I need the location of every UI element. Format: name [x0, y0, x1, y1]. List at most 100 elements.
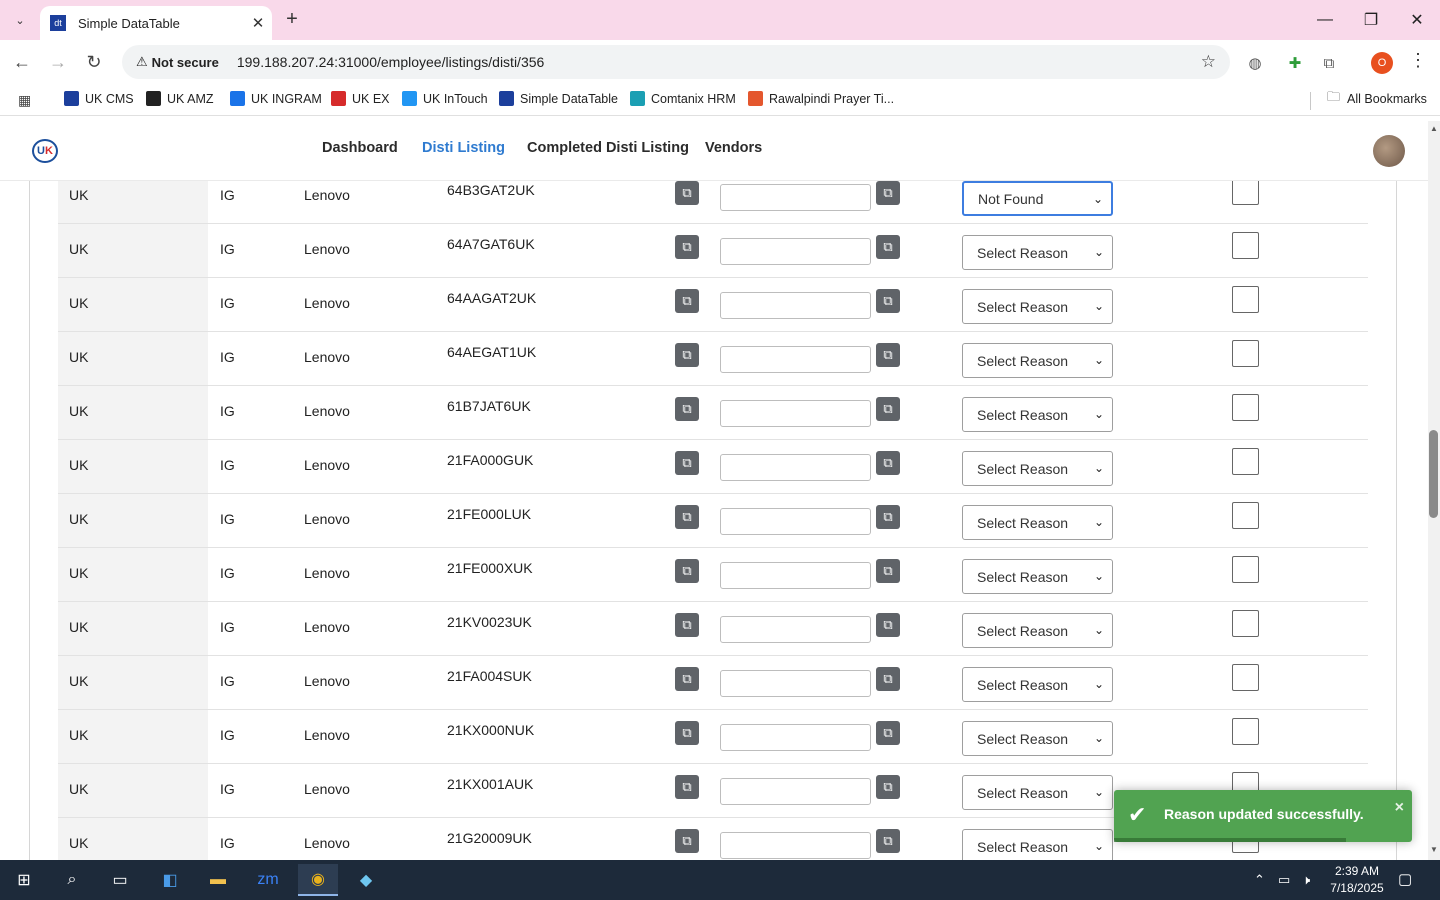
tray-chevron-icon[interactable]: ⌃: [1254, 872, 1265, 888]
scrollbar-thumb[interactable]: [1429, 430, 1438, 518]
copy-part-icon[interactable]: ⧉: [675, 829, 699, 853]
forward-arrow-icon[interactable]: →: [44, 48, 72, 76]
value-input[interactable]: [720, 670, 871, 697]
row-checkbox[interactable]: [1232, 232, 1259, 259]
copy-part-icon[interactable]: ⧉: [675, 289, 699, 313]
reason-select[interactable]: Select Reason ⌄: [962, 667, 1113, 702]
paste-value-icon[interactable]: ⧉: [876, 181, 900, 205]
reason-select[interactable]: Select Reason ⌄: [962, 235, 1113, 270]
bookmark-star-icon[interactable]: ☆: [1201, 52, 1216, 72]
value-input[interactable]: [720, 562, 871, 589]
tab-close-icon[interactable]: ✕: [244, 14, 272, 32]
copy-part-icon[interactable]: ⧉: [675, 775, 699, 799]
copy-part-icon[interactable]: ⧉: [675, 181, 699, 205]
reason-select[interactable]: Select Reason ⌄: [962, 451, 1113, 486]
all-bookmarks-folder[interactable]: 🗀 All Bookmarks: [1326, 89, 1427, 106]
row-checkbox[interactable]: [1232, 718, 1259, 745]
address-bar[interactable]: ⚠ Not secure 199.188.207.24:31000/employ…: [122, 45, 1230, 79]
paste-value-icon[interactable]: ⧉: [876, 289, 900, 313]
value-input[interactable]: [720, 616, 871, 643]
paste-value-icon[interactable]: ⧉: [876, 775, 900, 799]
nav-completed-disti-listing[interactable]: Completed Disti Listing: [527, 140, 689, 156]
reason-select[interactable]: Not Found ⌄: [962, 181, 1113, 216]
copy-part-icon[interactable]: ⧉: [675, 397, 699, 421]
tab-search-chevron-icon[interactable]: ⌄: [6, 8, 34, 32]
value-input[interactable]: [720, 778, 871, 805]
bookmark-item[interactable]: UK AMZ: [146, 91, 214, 106]
copy-part-icon[interactable]: ⧉: [675, 451, 699, 475]
reason-select[interactable]: Select Reason ⌄: [962, 613, 1113, 648]
speaker-muted-icon[interactable]: 🕨: [1302, 872, 1310, 888]
row-checkbox[interactable]: [1232, 181, 1259, 205]
row-checkbox[interactable]: [1232, 286, 1259, 313]
row-checkbox[interactable]: [1232, 556, 1259, 583]
copy-part-icon[interactable]: ⧉: [675, 343, 699, 367]
row-checkbox[interactable]: [1232, 664, 1259, 691]
outlook-icon[interactable]: ◧: [150, 864, 190, 896]
new-tab-button[interactable]: +: [280, 8, 304, 32]
reason-select[interactable]: Select Reason ⌄: [962, 505, 1113, 540]
profile-avatar-icon[interactable]: O: [1371, 52, 1393, 74]
nav-dashboard[interactable]: Dashboard: [322, 140, 398, 156]
search-icon[interactable]: ⌕: [52, 864, 92, 896]
security-chip[interactable]: ⚠ Not secure: [128, 49, 227, 75]
paste-value-icon[interactable]: ⧉: [876, 721, 900, 745]
value-input[interactable]: [720, 292, 871, 319]
value-input[interactable]: [720, 346, 871, 373]
reason-select[interactable]: Select Reason ⌄: [962, 775, 1113, 810]
reason-select[interactable]: Select Reason ⌄: [962, 397, 1113, 432]
toast-close-icon[interactable]: ×: [1395, 799, 1404, 817]
value-input[interactable]: [720, 400, 871, 427]
back-arrow-icon[interactable]: ←: [8, 48, 36, 76]
reason-select[interactable]: Select Reason ⌄: [962, 559, 1113, 594]
paste-value-icon[interactable]: ⧉: [876, 397, 900, 421]
reload-icon[interactable]: ↻: [80, 48, 108, 76]
zoom-icon[interactable]: zm: [248, 864, 288, 896]
paste-value-icon[interactable]: ⧉: [876, 829, 900, 853]
uk-logo[interactable]: UK: [32, 139, 58, 163]
copy-part-icon[interactable]: ⧉: [675, 613, 699, 637]
browser-menu-icon[interactable]: ⋮: [1408, 50, 1428, 76]
bookmark-item[interactable]: UK InTouch: [402, 91, 488, 106]
value-input[interactable]: [720, 184, 871, 211]
paste-value-icon[interactable]: ⧉: [876, 559, 900, 583]
reason-select[interactable]: Select Reason ⌄: [962, 721, 1113, 756]
bookmark-item[interactable]: Simple DataTable: [499, 91, 618, 106]
row-checkbox[interactable]: [1232, 610, 1259, 637]
scroll-up-arrow-icon[interactable]: ▲: [1428, 124, 1440, 136]
task-view-icon[interactable]: ▭: [100, 864, 140, 896]
paste-value-icon[interactable]: ⧉: [876, 667, 900, 691]
bookmark-item[interactable]: UK CMS: [64, 91, 134, 106]
value-input[interactable]: [720, 238, 871, 265]
row-checkbox[interactable]: [1232, 340, 1259, 367]
apps-grid-icon[interactable]: ▦: [18, 92, 31, 109]
globe-extension-icon[interactable]: ◍: [1244, 52, 1266, 74]
paste-value-icon[interactable]: ⧉: [876, 451, 900, 475]
restore-window-icon[interactable]: ❐: [1348, 0, 1394, 40]
paste-value-icon[interactable]: ⧉: [876, 235, 900, 259]
user-avatar[interactable]: [1373, 135, 1405, 167]
app-diamond-icon[interactable]: ◆: [346, 864, 386, 896]
url-text[interactable]: 199.188.207.24:31000/employee/listings/d…: [237, 54, 544, 70]
minimize-window-icon[interactable]: —: [1302, 0, 1348, 40]
browser-tab[interactable]: dt Simple DataTable ✕: [40, 6, 272, 40]
row-checkbox[interactable]: [1232, 394, 1259, 421]
row-checkbox[interactable]: [1232, 448, 1259, 475]
nav-vendors[interactable]: Vendors: [705, 140, 762, 156]
extensions-puzzle-icon[interactable]: ⧉: [1318, 52, 1340, 74]
paste-value-icon[interactable]: ⧉: [876, 505, 900, 529]
value-input[interactable]: [720, 724, 871, 751]
file-explorer-icon[interactable]: ▬: [198, 864, 238, 896]
close-window-icon[interactable]: ✕: [1394, 0, 1440, 40]
copy-part-icon[interactable]: ⧉: [675, 721, 699, 745]
bookmark-item[interactable]: Rawalpindi Prayer Ti...: [748, 91, 894, 106]
value-input[interactable]: [720, 508, 871, 535]
windows-start-icon[interactable]: ⊞: [4, 864, 44, 896]
network-icon[interactable]: ▭: [1278, 872, 1290, 888]
value-input[interactable]: [720, 454, 871, 481]
copy-part-icon[interactable]: ⧉: [675, 235, 699, 259]
nav-disti-listing[interactable]: Disti Listing: [422, 140, 505, 156]
bookmark-item[interactable]: UK INGRAM: [230, 91, 322, 106]
chrome-icon[interactable]: ◉: [298, 864, 338, 896]
paste-value-icon[interactable]: ⧉: [876, 343, 900, 367]
